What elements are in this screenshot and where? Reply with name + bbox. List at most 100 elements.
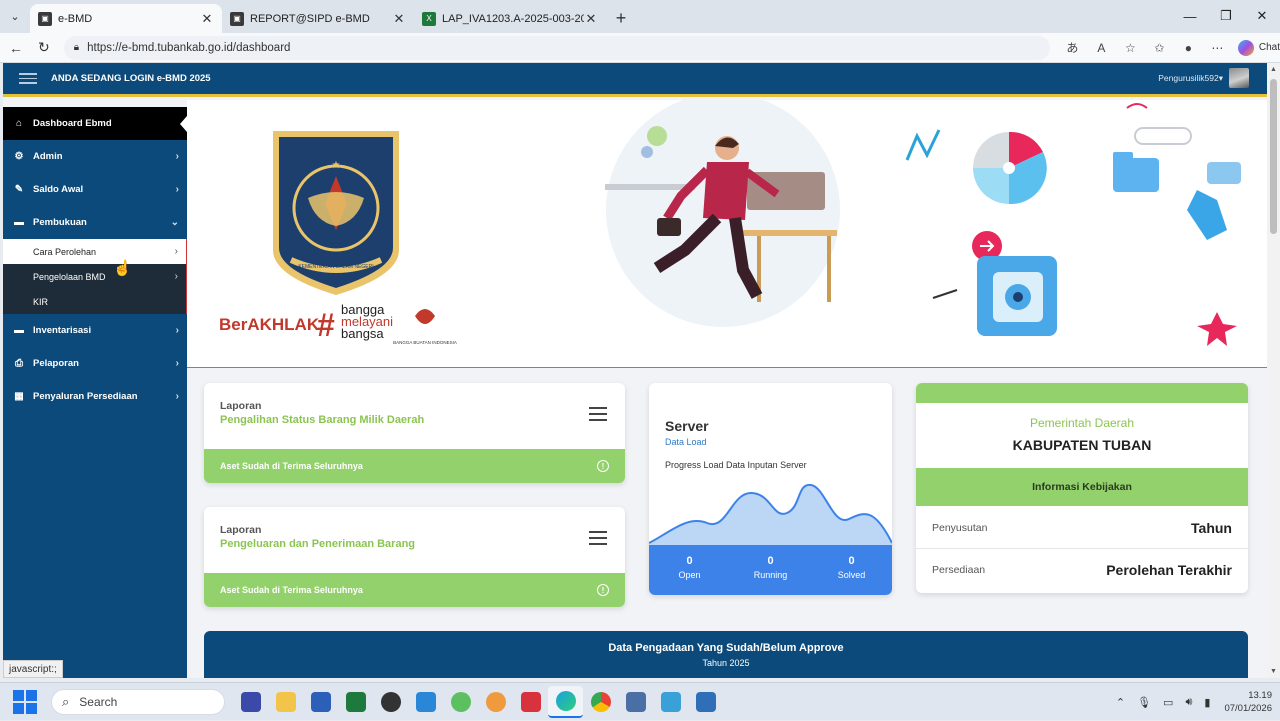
sidebar-item-inventarisasi[interactable]: ▬ Inventarisasi › bbox=[3, 314, 187, 347]
taskbar-vscode[interactable] bbox=[408, 686, 443, 718]
info-icon[interactable]: ! bbox=[597, 460, 609, 472]
minimize-icon[interactable]: — bbox=[1172, 0, 1208, 32]
tab-favicon-icon: ▣ bbox=[38, 11, 52, 26]
pemda-line1: Pemerintah Daerah bbox=[1029, 416, 1135, 430]
reload-icon[interactable]: ↻ bbox=[30, 39, 58, 56]
chevron-right-icon: › bbox=[175, 325, 179, 336]
back-icon[interactable]: ← bbox=[2, 40, 30, 56]
favorite-star-icon[interactable]: ☆ bbox=[1116, 41, 1145, 55]
server-load-wave-chart bbox=[649, 483, 892, 545]
svg-text:KEMENTERIAN DALAM NEGERI: KEMENTERIAN DALAM NEGERI bbox=[298, 264, 373, 270]
taskbar-edge[interactable] bbox=[548, 685, 583, 718]
taskbar-excel[interactable] bbox=[338, 686, 373, 718]
taskbar-snipping[interactable] bbox=[688, 686, 723, 718]
taskbar-app-5[interactable] bbox=[373, 686, 408, 718]
excel-icon bbox=[345, 691, 366, 712]
scroll-up-icon[interactable]: ▲ bbox=[1270, 66, 1277, 73]
sidebar-subitem-pengelolaan-bmd[interactable]: Pengelolaan BMD › bbox=[3, 264, 186, 289]
close-tab-icon[interactable]: ✕ bbox=[392, 11, 406, 27]
clock[interactable]: 13.19 07/01/2026 bbox=[1224, 689, 1272, 715]
chevron-up-icon[interactable]: ⌃ bbox=[1116, 696, 1125, 709]
restore-icon[interactable]: ❐ bbox=[1208, 0, 1244, 32]
list-menu-icon[interactable] bbox=[589, 407, 607, 425]
taskbar-app-9[interactable] bbox=[513, 686, 548, 718]
taskbar-app-7[interactable] bbox=[443, 686, 478, 718]
close-tab-icon[interactable]: ✕ bbox=[584, 11, 598, 27]
edit-icon: ✎ bbox=[14, 184, 24, 195]
svg-text:bangsa: bangsa bbox=[341, 326, 384, 341]
sidebar-item-label: Inventarisasi bbox=[33, 325, 92, 336]
chevron-right-icon: › bbox=[174, 246, 178, 257]
system-tray: ⌃ 🎙︎ ▭ 🔊︎ ▮ 13.19 07/01/2026 bbox=[1104, 683, 1272, 721]
policy-key: Persediaan bbox=[932, 564, 986, 576]
card-footer: Aset Sudah di Terima Seluruhnya ! bbox=[204, 573, 625, 607]
hamburger-menu-icon[interactable] bbox=[19, 73, 37, 84]
sidebar-subitem-cara-perolehan[interactable]: Cara Perolehan › bbox=[3, 239, 186, 264]
url-field[interactable]: 🔒︎ https://e-bmd.tubankab.go.id/dashboar… bbox=[63, 35, 1050, 60]
pembukuan-submenu: Cara Perolehan › Pengelolaan BMD › KIR bbox=[3, 239, 187, 314]
chevron-right-icon: › bbox=[175, 391, 179, 402]
battery-icon[interactable]: ▮ bbox=[1204, 696, 1210, 709]
taskbar-chrome[interactable] bbox=[583, 686, 618, 718]
read-aloud-icon[interactable]: A bbox=[1087, 41, 1116, 55]
card-title[interactable]: Pengalihan Status Barang Milik Daerah bbox=[220, 414, 424, 426]
server-title: Server bbox=[665, 418, 709, 434]
approve-title: Data Pengadaan Yang Sudah/Belum Approve bbox=[608, 642, 844, 654]
excel-icon: X bbox=[422, 11, 436, 26]
tab-favicon-icon: ▣ bbox=[230, 11, 244, 26]
info-icon[interactable]: ! bbox=[597, 584, 609, 596]
close-tab-icon[interactable]: ✕ bbox=[200, 11, 214, 27]
translate-icon[interactable]: あ bbox=[1058, 39, 1087, 56]
search-icon: ⌕ bbox=[62, 693, 70, 709]
policy-value: Tahun bbox=[1191, 520, 1232, 536]
tab-report-sipd[interactable]: ▣ REPORT@SIPD e-BMD ✕ bbox=[222, 4, 414, 33]
profile-icon[interactable]: ● bbox=[1174, 41, 1203, 55]
tab-excel-lap[interactable]: X LAP_IVA1203.A-2025-003-2026010 ✕ bbox=[414, 4, 606, 33]
tab-list-chevron-icon[interactable]: ⌄ bbox=[0, 0, 30, 33]
site-info-icon[interactable]: 🔒︎ bbox=[74, 42, 79, 53]
vscode-icon bbox=[415, 691, 436, 712]
sidebar-item-dashboard[interactable]: ⌂ Dashboard Ebmd bbox=[3, 107, 187, 140]
sidebar-subitem-kir[interactable]: KIR bbox=[3, 289, 186, 314]
network-icon[interactable]: ▭ bbox=[1163, 696, 1173, 709]
more-menu-icon[interactable]: ⋯ bbox=[1203, 41, 1232, 55]
volume-icon[interactable]: 🔊︎ bbox=[1185, 696, 1192, 709]
grid-icon: ▦ bbox=[14, 391, 24, 402]
sidebar-item-pelaporan[interactable]: ⎙ Pelaporan › bbox=[3, 347, 187, 380]
close-window-icon[interactable]: ✕ bbox=[1244, 0, 1280, 32]
print-icon: ⎙ bbox=[15, 358, 23, 369]
browser-tab-bar: ⌄ ▣ e-BMD ✕ ▣ REPORT@SIPD e-BMD ✕ X LAP_… bbox=[0, 0, 1280, 33]
card-title[interactable]: Pengeluaran dan Penerimaan Barang bbox=[220, 538, 415, 550]
sidebar-item-label: Penyaluran Persediaan bbox=[33, 391, 138, 402]
approve-subtitle: Tahun 2025 bbox=[702, 658, 750, 668]
stat-running: 0 Running bbox=[730, 545, 811, 595]
taskbar-app-8[interactable] bbox=[478, 686, 513, 718]
app-icon bbox=[485, 691, 506, 712]
taskbar-word[interactable] bbox=[303, 686, 338, 718]
microphone-icon[interactable]: 🎙︎ bbox=[1137, 696, 1151, 709]
tab-ebmd[interactable]: ▣ e-BMD ✕ bbox=[30, 4, 222, 33]
chevron-right-icon: › bbox=[174, 271, 178, 282]
taskbar-search[interactable]: ⌕ Search bbox=[51, 688, 225, 715]
scrollbar-thumb[interactable] bbox=[1270, 79, 1277, 234]
sidebar-item-penyaluran-persediaan[interactable]: ▦ Penyaluran Persediaan › bbox=[3, 380, 187, 413]
user-menu[interactable]: Pengurusilik592 ▾ bbox=[1158, 68, 1249, 88]
scroll-down-icon[interactable]: ▼ bbox=[1270, 668, 1277, 675]
new-tab-button[interactable]: + bbox=[606, 4, 636, 33]
windows-start-icon[interactable] bbox=[13, 689, 37, 714]
sidebar-item-admin[interactable]: ⚙ Admin › bbox=[3, 140, 187, 173]
taskbar-notepad[interactable] bbox=[653, 686, 688, 718]
chat-button[interactable]: Chat bbox=[1237, 39, 1280, 56]
sidebar-item-saldo-awal[interactable]: ✎ Saldo Awal › bbox=[3, 173, 187, 206]
taskbar-calculator[interactable] bbox=[618, 686, 653, 718]
policy-key: Penyusutan bbox=[932, 522, 988, 534]
chat-label: Chat bbox=[1258, 42, 1280, 53]
favorites-icon[interactable]: ✩ bbox=[1145, 41, 1174, 55]
avatar[interactable] bbox=[1229, 68, 1249, 88]
hero-banner: ★ KEMENTERIAN DALAM NEGERI BerAKHLAK # b… bbox=[187, 93, 1267, 368]
sidebar-item-pembukuan[interactable]: ▬ Pembukuan ⌄ bbox=[3, 206, 187, 239]
taskbar-app-1[interactable] bbox=[233, 686, 268, 718]
taskbar-file-explorer[interactable] bbox=[268, 686, 303, 718]
list-menu-icon[interactable] bbox=[589, 531, 607, 549]
page-scrollbar[interactable]: ▲ ▼ bbox=[1267, 63, 1280, 678]
